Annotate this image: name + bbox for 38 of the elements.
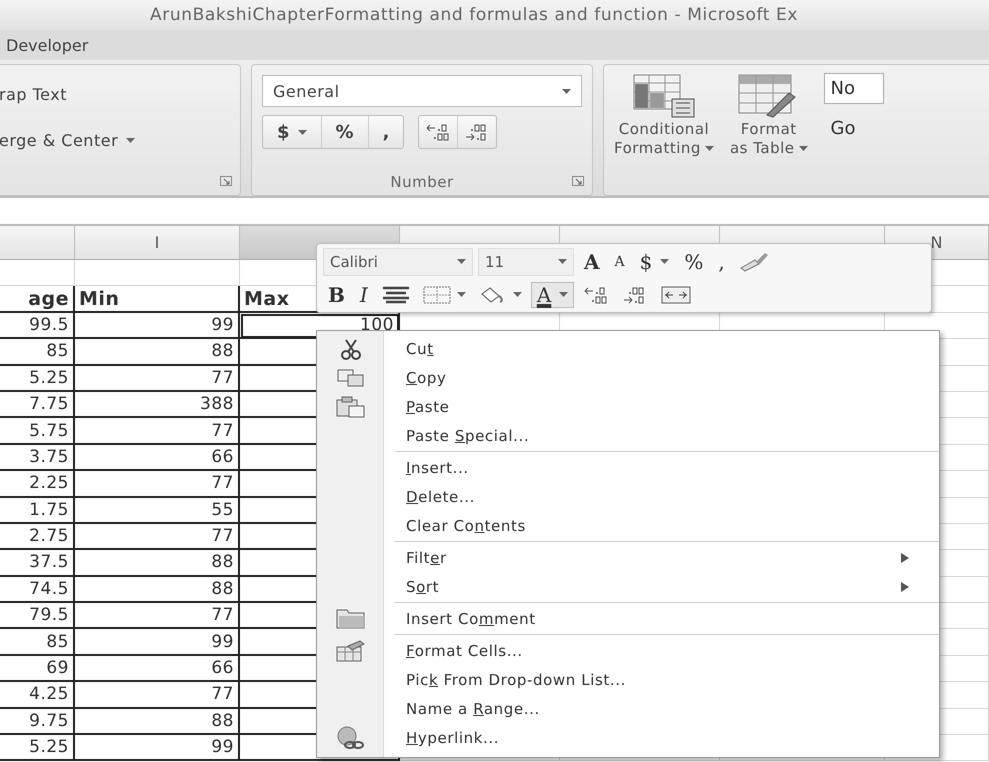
table-cell: 99 (75, 629, 240, 656)
table-cell: 5.25 (0, 735, 75, 762)
table-cell: 4.25 (0, 682, 75, 709)
table-cell: 85 (0, 629, 75, 656)
table-cell: 5.25 (0, 366, 75, 392)
table-cell: 66 (75, 656, 240, 682)
table-cell: 88 (75, 339, 240, 366)
group-label: Number (390, 173, 454, 191)
table-cell: 85 (0, 339, 75, 366)
table-cell: 69 (0, 656, 75, 682)
table-cell: 77 (75, 524, 240, 550)
table-cell: 99 (75, 312, 240, 340)
table-cell: 99 (75, 735, 240, 762)
table-cell: 77 (75, 366, 240, 392)
table-cell: 79.5 (0, 603, 75, 630)
table-cell: 5.75 (0, 418, 75, 445)
table-cell: 88 (75, 576, 240, 604)
table-cell: 37.5 (0, 550, 75, 577)
table-cell: 3.75 (0, 444, 75, 472)
window-title: ArunBakshiChapterFormatting and formulas and function - Microsoft Ex (150, 5, 798, 25)
table-cell: 9.75 (0, 708, 75, 736)
column-title-cell: Min (75, 286, 240, 313)
table-cell: 1.75 (0, 498, 75, 524)
table-cell: 99.5 (0, 312, 75, 340)
table-cell: 388 (75, 392, 240, 418)
column-title-cell: age (0, 286, 75, 313)
table-cell: 88 (75, 708, 240, 736)
table-cell: 77 (75, 471, 240, 498)
table-cell: 77 (75, 418, 240, 445)
table-cell: 77 (75, 682, 240, 709)
table-cell: 55 (75, 498, 240, 524)
table-cell: 77 (75, 603, 240, 630)
table-cell: 88 (75, 550, 240, 577)
table-cell: 2.75 (0, 524, 75, 550)
table-cell: 2.25 (0, 471, 75, 498)
table-cell: 66 (75, 444, 240, 472)
table-cell: 74.5 (0, 576, 75, 604)
table-cell: 7.75 (0, 392, 75, 418)
